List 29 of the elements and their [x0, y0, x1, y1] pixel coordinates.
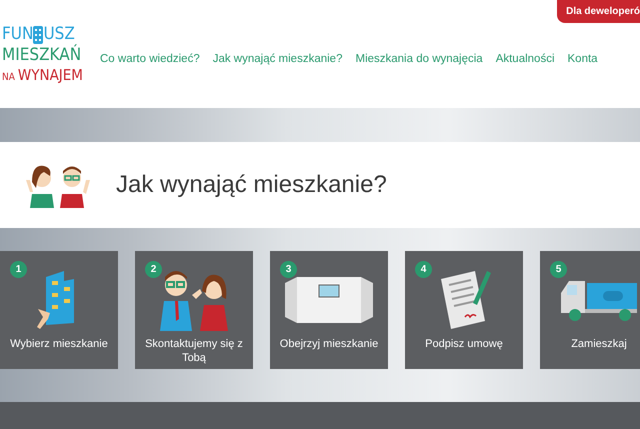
step-card[interactable]: 4 Podpisz umowę	[405, 251, 523, 369]
nav-link[interactable]: Co warto wiedzieć?	[100, 53, 200, 65]
step-label: Obejrzyj mieszkanie	[279, 337, 379, 352]
nav-link[interactable]: Konta	[568, 53, 598, 65]
step-card[interactable]: 1 Wybierz mieszkanie	[0, 251, 118, 369]
step-number: 3	[280, 261, 297, 278]
step-label: Zamieszkaj	[570, 337, 628, 352]
logo-text: FUN	[2, 26, 34, 43]
step-label: Podpisz umowę	[424, 337, 504, 352]
logo-text: USZ	[43, 26, 75, 43]
logo-text: WYNAJEM	[18, 68, 83, 82]
step-card[interactable]: 5 Zamieszkaj	[540, 251, 640, 369]
logo-text: MIESZKAŃ	[2, 46, 82, 64]
step-label: Skontaktujemy się z Tobą	[144, 337, 244, 366]
step-card[interactable]: 3 Obejrzyj mieszkanie	[270, 251, 388, 369]
building-icon	[33, 26, 44, 44]
step-label: Wybierz mieszkanie	[9, 337, 109, 352]
step-number: 4	[415, 261, 432, 278]
step-card[interactable]: 2 Skontaktujemy się z Tobą	[135, 251, 253, 369]
room-icon	[285, 275, 373, 325]
nav-link[interactable]: Jak wynająć mieszkanie?	[212, 53, 342, 65]
step-number: 2	[145, 261, 162, 278]
nav-link[interactable]: Mieszkania do wynajęcia	[355, 53, 483, 65]
step-number: 5	[550, 261, 567, 278]
logo-text: NA	[2, 72, 15, 82]
developer-button[interactable]: Dla deweloperó	[557, 0, 640, 23]
nav-link[interactable]: Aktualności	[496, 53, 554, 65]
step-number: 1	[10, 261, 27, 278]
page-title: Jak wynająć mieszkanie?	[116, 171, 387, 199]
